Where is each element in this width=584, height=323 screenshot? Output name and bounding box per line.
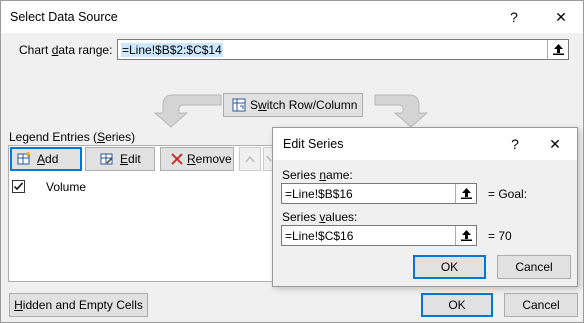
series-name-label: Series name: [282, 168, 353, 182]
add-table-icon [17, 152, 31, 165]
series-name-collapse-button[interactable] [455, 184, 476, 203]
left-curved-arrow-icon [153, 94, 222, 128]
ok-button[interactable]: OK [421, 293, 493, 317]
hidden-empty-cells-button[interactable]: Hidden and Empty Cells [9, 293, 148, 317]
edit-series-close-button[interactable]: ✕ [543, 134, 567, 154]
collapse-arrow-icon [553, 44, 564, 55]
series-values-input[interactable]: =Line!$C$16 [281, 225, 477, 246]
series-name-input[interactable]: =Line!$B$16 [281, 183, 477, 204]
move-up-button[interactable] [239, 147, 261, 171]
chart-data-range-value: =Line!$B$2:$C$14 [121, 43, 223, 57]
edit-series-dialog: Edit Series ? ✕ Series name: =Line!$B$16… [272, 127, 578, 287]
dialog-title: Select Data Source [10, 10, 118, 24]
checkmark-icon [13, 182, 24, 191]
title-bar: Select Data Source ? ✕ [1, 1, 583, 33]
series-name-result: = Goal: [488, 187, 528, 201]
collapse-arrow-icon [461, 230, 472, 241]
remove-series-button[interactable]: Remove [160, 147, 234, 171]
series-label: Volume [46, 180, 87, 194]
series-values-collapse-button[interactable] [455, 226, 476, 245]
chevron-up-icon [245, 155, 255, 163]
switch-row-column-icon [232, 98, 246, 112]
edit-series-help-button[interactable]: ? [503, 134, 527, 154]
edit-series-title: Edit Series [283, 137, 344, 151]
series-values-label: Series values: [282, 210, 358, 224]
right-curved-arrow-icon [374, 94, 429, 128]
edit-series-button[interactable]: Edit [85, 147, 155, 171]
series-name-value: =Line!$B$16 [285, 187, 353, 201]
series-values-result: = 70 [488, 229, 512, 243]
edit-table-icon [100, 153, 113, 165]
edit-series-ok-button[interactable]: OK [413, 255, 486, 279]
close-button[interactable]: ✕ [549, 7, 573, 27]
help-button[interactable]: ? [502, 7, 526, 27]
chart-data-range-label: Chart data range: [19, 43, 113, 57]
collapse-arrow-icon [461, 188, 472, 199]
add-series-button[interactable]: Add [10, 147, 82, 171]
series-checkbox[interactable] [12, 180, 25, 193]
series-values-value: =Line!$C$16 [285, 229, 354, 243]
switch-row-column-button[interactable]: Switch Row/Column [223, 93, 363, 117]
legend-entries-label: Legend Entries (Series) [9, 130, 136, 144]
legend-entry-row[interactable]: Volume [9, 176, 297, 198]
cancel-button[interactable]: Cancel [504, 293, 578, 317]
range-collapse-button[interactable] [547, 40, 568, 59]
chart-data-range-input[interactable]: =Line!$B$2:$C$14 [117, 39, 569, 60]
edit-series-cancel-button[interactable]: Cancel [497, 255, 571, 279]
edit-series-title-bar: Edit Series ? ✕ [273, 128, 577, 160]
remove-x-icon [171, 153, 183, 165]
